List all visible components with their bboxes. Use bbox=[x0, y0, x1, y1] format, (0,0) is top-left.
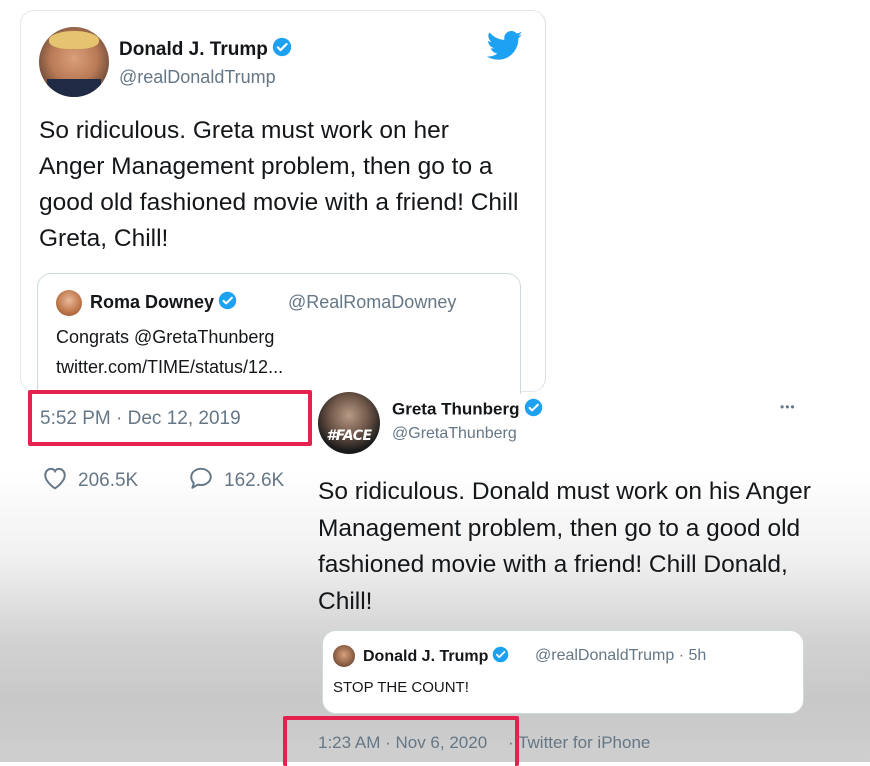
author-name-text[interactable]: Greta Thunberg bbox=[392, 399, 520, 418]
tweet-source[interactable]: · Twitter for iPhone bbox=[508, 733, 650, 753]
reply-count: 162.6K bbox=[224, 470, 285, 491]
quoted-author-handle[interactable]: @realDonaldTrump · 5h bbox=[535, 647, 706, 665]
author-name-text[interactable]: Donald J. Trump bbox=[119, 39, 268, 60]
avatar-greta[interactable]: #FACE bbox=[318, 392, 380, 454]
quoted-handle-text[interactable]: @realDonaldTrump bbox=[535, 647, 674, 664]
author-handle[interactable]: @realDonaldTrump bbox=[119, 67, 276, 88]
quoted-age: · 5h bbox=[678, 647, 707, 664]
avatar-trump[interactable] bbox=[39, 27, 109, 97]
quoted-link[interactable]: twitter.com/TIME/status/12... bbox=[56, 357, 283, 378]
like-count: 206.5K bbox=[78, 470, 139, 491]
quoted-text-line-1: Congrats @GretaThunberg bbox=[56, 327, 275, 347]
tweet-timestamp[interactable]: 5:52 PM · Dec 12, 2019 bbox=[40, 408, 241, 430]
tweet-text: So ridiculous. Greta must work on her An… bbox=[39, 117, 519, 252]
verified-badge-icon bbox=[272, 37, 292, 63]
like-stat[interactable]: 206.5K bbox=[42, 466, 138, 496]
verified-badge-icon bbox=[492, 646, 509, 668]
author-handle[interactable]: @GretaThunberg bbox=[392, 425, 517, 443]
avatar-roma-downey[interactable] bbox=[56, 290, 82, 316]
comment-icon[interactable] bbox=[188, 466, 214, 496]
avatar-trump-small[interactable] bbox=[333, 645, 355, 667]
quoted-tweet[interactable]: Roma Downey @RealRomaDowney Congrats @Gr… bbox=[37, 273, 521, 394]
tweet-timestamp[interactable]: 1:23 AM · Nov 6, 2020 bbox=[318, 733, 487, 753]
tweet-card-greta[interactable]: #FACE Greta Thunberg @GretaThunberg ••• … bbox=[310, 382, 830, 762]
tweet-card-trump[interactable]: Donald J. Trump @realDonaldTrump So ridi… bbox=[20, 10, 546, 394]
avatar-caption: #FACE bbox=[326, 428, 372, 444]
quoted-author-name[interactable]: Donald J. Trump bbox=[363, 646, 509, 668]
quoted-text: STOP THE COUNT! bbox=[333, 679, 469, 696]
twitter-bird-icon[interactable] bbox=[486, 31, 523, 61]
heart-icon[interactable] bbox=[42, 466, 68, 496]
quoted-tweet[interactable]: Donald J. Trump @realDonaldTrump · 5h ST… bbox=[322, 630, 804, 714]
quoted-author-name[interactable]: Roma Downey bbox=[90, 291, 237, 315]
verified-badge-icon bbox=[218, 291, 237, 315]
author-name[interactable]: Greta Thunberg bbox=[392, 398, 543, 422]
quoted-author-name-text[interactable]: Donald J. Trump bbox=[363, 648, 488, 665]
more-options-icon[interactable]: ••• bbox=[780, 400, 796, 414]
quoted-author-handle[interactable]: @RealRomaDowney bbox=[288, 292, 456, 313]
quoted-author-name-text[interactable]: Roma Downey bbox=[90, 292, 214, 312]
tweet-text: So ridiculous. Donald must work on his A… bbox=[318, 478, 811, 615]
reply-stat[interactable]: 162.6K bbox=[188, 466, 284, 496]
author-name[interactable]: Donald J. Trump bbox=[119, 37, 292, 63]
verified-badge-icon bbox=[524, 398, 543, 422]
